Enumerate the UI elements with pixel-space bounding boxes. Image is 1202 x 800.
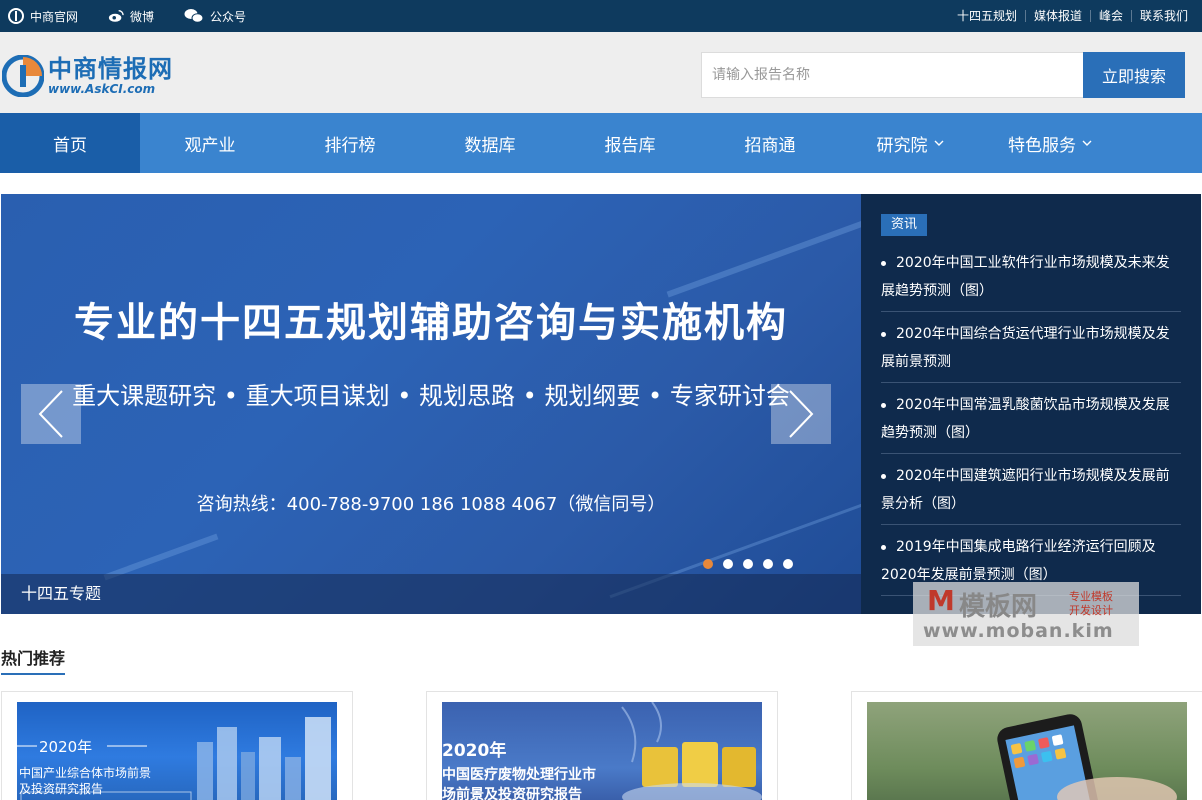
bullet-icon [881, 473, 886, 479]
bullet-icon [881, 402, 886, 408]
card-title-line: 及投资研究报告 [19, 782, 104, 796]
card-thumbnail[interactable]: 2020年 中国医疗废物处理行业市 场前景及投资研究报告 [442, 702, 762, 800]
askci-logo-icon [8, 8, 24, 24]
top-link-summit[interactable]: 峰会 [1089, 10, 1131, 22]
smartphone-photo [997, 714, 1177, 800]
carousel-dot[interactable] [763, 559, 773, 569]
nav-home[interactable]: 首页 [0, 113, 140, 173]
watermark-tagline: 专业模板 开发设计 [1069, 590, 1113, 618]
search-bar: 立即搜索 [701, 52, 1185, 98]
nav-label: 数据库 [464, 135, 516, 156]
news-title: 2020年中国常温乳酸菌饮品市场规模及发展趋势预测（图） [881, 397, 1170, 441]
main-nav: 首页 观产业 排行榜 数据库 报告库 招商通 研究院 特色服务 [0, 113, 1202, 173]
card-thumbnail[interactable]: 2020年 中国产业综合体市场前景 及投资研究报告 [17, 702, 337, 800]
carousel-prev-button[interactable] [21, 384, 81, 444]
card-year: 2020年 [39, 738, 93, 756]
wechat-icon [184, 8, 204, 24]
card-title-line: 中国产业综合体市场前景 [19, 766, 152, 780]
top-link-wechat[interactable]: 公众号 [184, 8, 246, 25]
askci-logo-icon [2, 55, 44, 97]
top-link-media[interactable]: 媒体报道 [1024, 10, 1090, 22]
nav-label: 报告库 [604, 135, 656, 156]
bullet-icon [881, 260, 886, 266]
top-bar-right: 十四五规划 媒体报道 峰会 联系我们 [949, 0, 1196, 32]
carousel-dot[interactable] [703, 559, 713, 569]
nav-label: 观产业 [184, 135, 236, 156]
top-link-14th-plan[interactable]: 十四五规划 [949, 10, 1025, 22]
chevron-down-icon [1082, 140, 1092, 146]
news-title: 2020年中国建筑遮阳行业市场规模及发展前景分析（图） [881, 468, 1170, 512]
bullet-icon [881, 544, 886, 550]
watermark: M 模板网 专业模板 开发设计 www.moban.kim [913, 582, 1139, 646]
watermark-name: 模板网 [959, 592, 1038, 622]
top-link-label: 中商官网 [30, 9, 79, 24]
nav-label: 特色服务 [1008, 135, 1076, 156]
weibo-icon [108, 8, 124, 24]
nav-label: 首页 [53, 135, 87, 156]
banner-headline: 专业的十四五规划辅助咨询与实施机构 [74, 300, 788, 346]
logo-name: 中商情报网 [48, 55, 173, 83]
nav-database[interactable]: 数据库 [420, 113, 560, 173]
news-item[interactable]: 2020年中国常温乳酸菌饮品市场规模及发展趋势预测（图） [881, 390, 1181, 454]
news-panel: 资讯 2020年中国工业软件行业市场规模及未来发展趋势预测（图） 2020年中国… [861, 194, 1201, 614]
nav-label: 研究院 [876, 135, 928, 156]
carousel-dot[interactable] [723, 559, 733, 569]
card-thumbnail[interactable] [867, 702, 1187, 800]
nav-label: 排行榜 [324, 135, 376, 156]
watermark-url: www.moban.kim [923, 620, 1114, 642]
nav-services[interactable]: 特色服务 [980, 113, 1120, 173]
banner-hotline: 咨询热线：400-788-9700 186 1088 4067（微信同号） [196, 494, 666, 515]
watermark-tag-1: 专业模板 [1069, 590, 1113, 603]
top-link-official-site[interactable]: 中商官网 [8, 8, 78, 25]
top-link-contact[interactable]: 联系我们 [1130, 10, 1196, 22]
watermark-mark: M [927, 584, 955, 617]
recommend-card[interactable]: 2020年 中国产业综合体市场前景 及投资研究报告 [1, 691, 353, 800]
logo-url: www.AskCI.com [48, 82, 156, 96]
news-item[interactable]: 2020年中国综合货运代理行业市场规模及发展前景预测 [881, 319, 1181, 383]
top-link-label: 公众号 [210, 9, 247, 24]
recommend-card[interactable] [851, 691, 1202, 800]
bullet-icon [881, 331, 886, 337]
nav-investment[interactable]: 招商通 [700, 113, 840, 173]
banner-decoration [666, 216, 861, 298]
card-title-line: 场前景及投资研究报告 [442, 787, 582, 800]
news-item[interactable]: 2020年中国工业软件行业市场规模及未来发展趋势预测（图） [881, 248, 1181, 312]
site-logo[interactable]: 中商情报网 www.AskCI.com [2, 52, 182, 100]
news-list: 2020年中国工业软件行业市场规模及未来发展趋势预测（图） 2020年中国综合货… [881, 248, 1181, 603]
news-item[interactable]: 2020年中国建筑遮阳行业市场规模及发展前景分析（图） [881, 461, 1181, 525]
chevron-down-icon [934, 140, 943, 146]
nav-label: 招商通 [744, 135, 796, 156]
carousel-next-button[interactable] [771, 384, 831, 444]
news-tag[interactable]: 资讯 [881, 214, 928, 236]
chevron-right-icon [789, 390, 814, 438]
card-year: 2020年 [442, 741, 507, 761]
header: 中商情报网 www.AskCI.com 立即搜索 [0, 32, 1202, 113]
news-title: 2020年中国工业软件行业市场规模及未来发展趋势预测（图） [881, 255, 1170, 299]
carousel-dot[interactable] [743, 559, 753, 569]
news-title: 2019年中国集成电路行业经济运行回顾及2020年发展前景预测（图） [881, 539, 1156, 583]
nav-reports[interactable]: 报告库 [560, 113, 700, 173]
news-title: 2020年中国综合货运代理行业市场规模及发展前景预测 [881, 326, 1170, 370]
top-bar-left: 中商官网 微博 公众号 [8, 0, 276, 32]
top-bar: 中商官网 微博 公众号 十四五规划 媒体报道 峰会 联系我们 [0, 0, 1202, 32]
top-link-weibo[interactable]: 微博 [108, 8, 154, 25]
card-title-line: 中国医疗废物处理行业市 [442, 767, 596, 783]
search-input[interactable] [701, 52, 1083, 98]
carousel-dot[interactable] [783, 559, 793, 569]
nav-ranking[interactable]: 排行榜 [280, 113, 420, 173]
top-link-label: 微博 [130, 9, 155, 24]
search-button[interactable]: 立即搜索 [1083, 52, 1185, 98]
carousel-dots [693, 559, 793, 569]
nav-industry[interactable]: 观产业 [140, 113, 280, 173]
banner-subheadline: 重大课题研究 • 重大项目谋划 • 规划思路 • 规划纲要 • 专家研讨会 [72, 382, 790, 410]
chevron-left-icon [38, 390, 63, 438]
hero-carousel[interactable]: 专业的十四五规划辅助咨询与实施机构 重大课题研究 • 重大项目谋划 • 规划思路… [1, 194, 861, 614]
recommend-card[interactable]: 2020年 中国医疗废物处理行业市 场前景及投资研究报告 [426, 691, 778, 800]
watermark-tag-2: 开发设计 [1069, 604, 1113, 617]
nav-institute[interactable]: 研究院 [840, 113, 980, 173]
banner-caption[interactable]: 十四五专题 [1, 574, 861, 614]
section-title-hot: 热门推荐 [1, 645, 66, 675]
